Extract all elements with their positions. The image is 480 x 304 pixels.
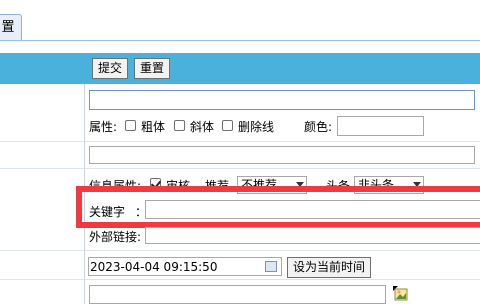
bold-label: 粗体: [141, 120, 166, 134]
row-divider: [0, 141, 480, 142]
datetime-value: 2023-04-04 09:15:50: [90, 260, 218, 274]
image-picker-icon[interactable]: [392, 285, 408, 301]
italic-label: 斜体: [190, 120, 215, 134]
external-link-label: 外部链接:: [89, 230, 142, 244]
tab-divider: [0, 40, 480, 41]
strike-checkbox[interactable]: [222, 120, 233, 131]
title-input[interactable]: [89, 90, 475, 110]
tab-settings[interactable]: 置: [0, 14, 22, 41]
highlight-box: [76, 186, 480, 228]
submit-button[interactable]: 提交: [92, 58, 129, 79]
strike-label: 删除线: [238, 120, 275, 134]
tab-strip: [0, 0, 480, 44]
form-toolbar: [0, 53, 480, 84]
calendar-icon[interactable]: [265, 261, 277, 272]
attributes-label: 属性:: [89, 120, 118, 134]
italic-checkbox[interactable]: [174, 120, 185, 131]
row-divider: [0, 279, 480, 280]
subtitle-input[interactable]: [89, 146, 475, 164]
row-divider: [0, 250, 480, 251]
image-input[interactable]: [89, 285, 386, 304]
row-divider: [0, 168, 480, 169]
set-current-time-button[interactable]: 设为当前时间: [287, 257, 372, 278]
datetime-input[interactable]: 2023-04-04 09:15:50: [88, 257, 282, 276]
reset-button[interactable]: 重置: [134, 58, 171, 79]
color-label: 颜色:: [304, 120, 333, 134]
external-link-input[interactable]: [145, 227, 480, 244]
bold-checkbox[interactable]: [125, 120, 136, 131]
color-input[interactable]: [337, 116, 424, 136]
